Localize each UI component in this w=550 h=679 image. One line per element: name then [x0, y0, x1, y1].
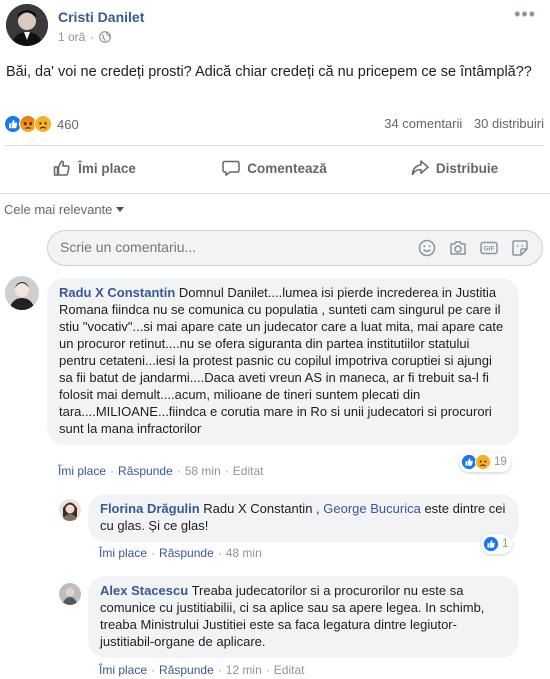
comment-reaction-count: 19 — [494, 456, 507, 468]
post-meta: 1 oră · — [58, 30, 112, 44]
author-avatar[interactable] — [6, 4, 48, 46]
comment-reply-link[interactable]: Răspunde — [118, 464, 173, 478]
reply-item: Florina Drăgulin Radu X Constantin , Geo… — [0, 490, 550, 570]
caret-down-icon — [116, 207, 125, 212]
comment-time[interactable]: 58 min — [185, 464, 221, 478]
comment-item: Radu X Constantin Domnul Danilet....lume… — [0, 272, 550, 487]
post-text: Băi, da' voi ne credeți prosti? Adică ch… — [6, 64, 532, 80]
comment-reaction-count: 1 — [502, 538, 509, 550]
thumbs-up-icon — [53, 160, 70, 176]
comment-like-link[interactable]: Îmi place — [99, 663, 147, 677]
comment-bubble: Alex Stacescu Treaba judecatorilor si a … — [88, 576, 519, 658]
engagement-counts: 34 comentarii 30 distribuiri — [384, 116, 544, 131]
comment-reply-link[interactable]: Răspunde — [159, 663, 214, 677]
comment-bubble: Florina Drăgulin Radu X Constantin , Geo… — [88, 494, 519, 542]
comment-bubble: Radu X Constantin Domnul Danilet....lume… — [47, 278, 519, 445]
comment-actions: Îmi place · Răspunde · 58 min · Editat — [58, 464, 264, 478]
post-options-button[interactable]: ••• — [514, 5, 536, 23]
reaction-count[interactable]: 460 — [57, 117, 79, 132]
comment-like-link[interactable]: Îmi place — [99, 546, 147, 560]
comment-reactions[interactable]: 19 — [459, 452, 511, 472]
sort-label: Cele mai relevante — [4, 202, 113, 217]
commenter-name[interactable]: Radu X Constantin — [59, 285, 175, 300]
shares-count[interactable]: 30 distribuiri — [474, 116, 544, 131]
comment-actions: Îmi place · Răspunde · 12 min · Editat — [99, 663, 305, 677]
post-author-name[interactable]: Cristi Danilet — [58, 9, 144, 25]
comment-input[interactable] — [60, 239, 380, 255]
share-button[interactable]: Distribuie — [364, 148, 544, 188]
like-button[interactable]: Îmi place — [4, 148, 184, 188]
emoji-icon[interactable] — [417, 238, 437, 258]
post-header: Cristi Danilet 1 oră · ••• — [0, 0, 550, 60]
divider — [0, 193, 550, 194]
comment-reply-link[interactable]: Răspunde — [159, 546, 214, 560]
commenter-avatar[interactable] — [59, 583, 81, 605]
comment-actions: Îmi place · Răspunde · 48 min — [99, 546, 262, 560]
comments-count[interactable]: 34 comentarii — [384, 116, 462, 131]
like-reaction-icon — [483, 536, 499, 552]
comment-edited[interactable]: Editat — [274, 663, 305, 677]
post-actions: Îmi place Comentează Distribuie — [4, 148, 544, 188]
sticker-icon[interactable] — [510, 238, 530, 258]
share-label: Distribuie — [435, 160, 499, 176]
reaction-icons — [4, 115, 52, 133]
comment-sort-dropdown[interactable]: Cele mai relevante — [4, 202, 125, 217]
globe-icon — [99, 31, 112, 43]
reply-item: Alex Stacescu Treaba judecatorilor si a … — [0, 572, 550, 679]
mention-link[interactable]: Radu X Constantin — [203, 501, 312, 516]
share-arrow-icon — [411, 160, 429, 176]
camera-icon[interactable] — [448, 238, 468, 258]
comment-button[interactable]: Comentează — [184, 148, 364, 188]
commenter-avatar[interactable] — [59, 499, 81, 521]
post-time[interactable]: 1 oră — [58, 30, 85, 44]
mention-separator: , — [312, 501, 324, 516]
meta-dot: · — [90, 30, 95, 44]
mention-link[interactable]: George Bucurica — [323, 501, 421, 516]
commenter-name[interactable]: Alex Stacescu — [100, 583, 188, 598]
sad-reaction-icon — [475, 454, 491, 470]
sad-reaction-icon — [34, 115, 52, 133]
comment-composer[interactable]: GIF — [47, 230, 543, 266]
speech-bubble-icon — [222, 160, 240, 176]
svg-text:GIF: GIF — [484, 246, 495, 253]
divider — [4, 145, 544, 146]
comment-time[interactable]: 12 min — [226, 663, 262, 677]
comment-text: Domnul Danilet....lumea isi pierde incre… — [59, 285, 504, 436]
composer-tools: GIF — [406, 238, 530, 258]
comment-edited[interactable]: Editat — [233, 464, 264, 478]
reactions-summary[interactable]: 460 34 comentarii 30 distribuiri — [4, 114, 544, 134]
comment-label: Comentează — [247, 160, 327, 176]
gif-icon[interactable]: GIF — [479, 238, 499, 258]
like-label: Îmi place — [78, 160, 136, 176]
commenter-name[interactable]: Florina Drăgulin — [100, 501, 200, 516]
comment-like-link[interactable]: Îmi place — [58, 464, 106, 478]
comment-reactions[interactable]: 1 — [481, 534, 513, 554]
commenter-avatar[interactable] — [5, 276, 39, 310]
comment-time[interactable]: 48 min — [226, 546, 262, 560]
